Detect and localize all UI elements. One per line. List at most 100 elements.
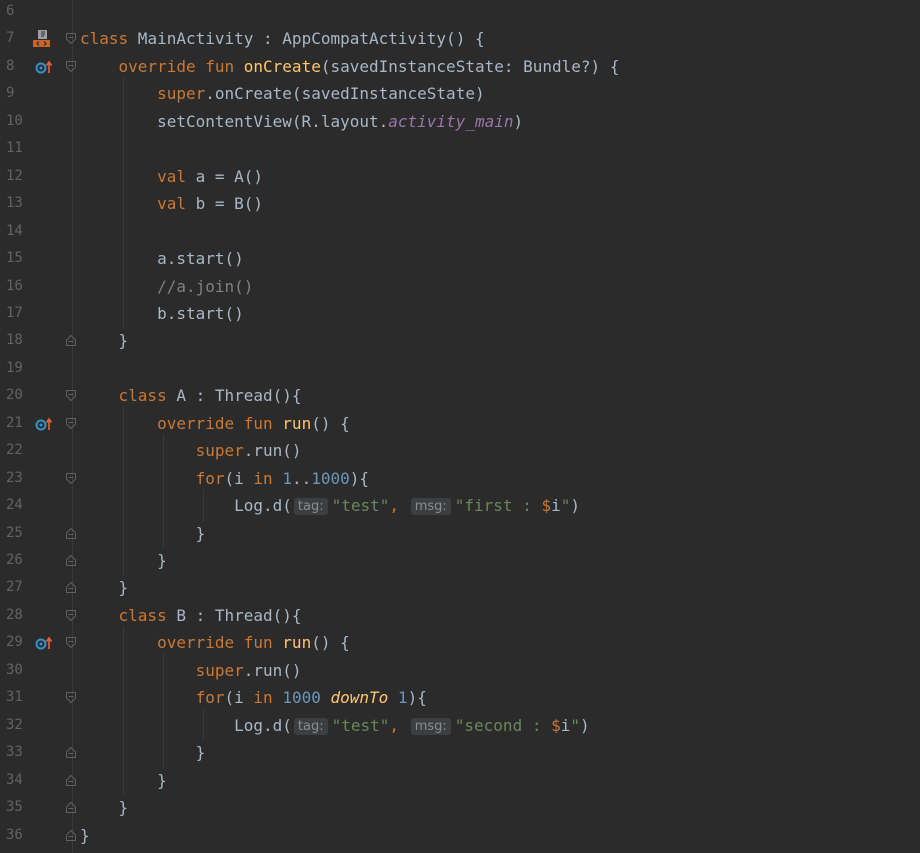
code-line[interactable]: 9 super.onCreate(savedInstanceState) [0,80,920,107]
code-text[interactable]: } [80,798,129,817]
fold-open-icon[interactable] [65,609,77,622]
code-text[interactable]: for(i in 1000 downTo 1){ [80,688,427,707]
code-text[interactable]: } [80,743,206,762]
fold-open-icon[interactable] [65,691,77,704]
code-text[interactable]: class B : Thread(){ [80,606,302,625]
code-line[interactable]: 35 } [0,794,920,821]
line-number[interactable]: 20 [6,387,23,404]
code-text[interactable]: val b = B() [80,194,263,213]
fold-open-icon[interactable] [65,472,77,485]
line-number[interactable]: 27 [6,579,23,596]
line-number[interactable]: 11 [6,140,23,157]
code-text[interactable]: class MainActivity : AppCompatActivity()… [80,29,485,48]
code-text[interactable]: val a = A() [80,167,263,186]
code-line[interactable]: 27 } [0,574,920,601]
line-number[interactable]: 21 [6,415,23,432]
code-line[interactable]: 11 [0,135,920,162]
code-line[interactable]: 7 class MainActivity : AppCompatActivity(… [0,25,920,52]
fold-close-icon[interactable] [65,527,77,540]
code-text[interactable]: } [80,551,167,570]
line-number[interactable]: 14 [6,223,23,240]
line-number[interactable]: 23 [6,470,23,487]
line-number[interactable]: 26 [6,552,23,569]
code-text[interactable]: super.onCreate(savedInstanceState) [80,84,485,103]
code-line[interactable]: 14 [0,218,920,245]
line-number[interactable]: 31 [6,689,23,706]
code-text[interactable]: } [80,826,90,845]
code-text[interactable]: for(i in 1..1000){ [80,469,369,488]
code-text[interactable]: class A : Thread(){ [80,386,302,405]
line-number[interactable]: 19 [6,360,23,377]
code-text[interactable]: } [80,331,129,350]
code-line[interactable]: 33 } [0,739,920,766]
code-line[interactable]: 34 } [0,767,920,794]
code-line[interactable]: 13 val b = B() [0,190,920,217]
line-number[interactable]: 18 [6,332,23,349]
code-text[interactable]: override fun run() { [80,414,350,433]
code-line[interactable]: 20 class A : Thread(){ [0,382,920,409]
code-line[interactable]: 6 [0,0,920,25]
code-text[interactable]: } [80,578,129,597]
override-icon[interactable] [35,417,53,431]
code-text[interactable]: super.run() [80,661,302,680]
line-number[interactable]: 29 [6,634,23,651]
line-number[interactable]: 8 [6,58,14,75]
line-number[interactable]: 28 [6,607,23,624]
line-number[interactable]: 9 [6,85,14,102]
code-line[interactable]: 24 Log.d(tag: "test", msg: "first : $i") [0,492,920,519]
code-text[interactable]: setContentView(R.layout.activity_main) [80,112,523,131]
line-number[interactable]: 7 [6,30,14,47]
code-line[interactable]: 23 for(i in 1..1000){ [0,465,920,492]
line-number[interactable]: 12 [6,168,23,185]
line-number[interactable]: 32 [6,717,23,734]
fold-close-icon[interactable] [65,334,77,347]
code-line[interactable]: 16 //a.join() [0,273,920,300]
code-line[interactable]: 18 } [0,327,920,354]
fold-open-icon[interactable] [65,417,77,430]
code-text[interactable]: override fun onCreate(savedInstanceState… [80,57,620,76]
code-line[interactable]: 32 Log.d(tag: "test", msg: "second : $i") [0,712,920,739]
code-line[interactable]: 28 class B : Thread(){ [0,602,920,629]
code-line[interactable]: 8 override fun onCreate(savedInstanceSta… [0,53,920,80]
code-line[interactable]: 12 val a = A() [0,163,920,190]
code-line[interactable]: 26 } [0,547,920,574]
fold-open-icon[interactable] [65,60,77,73]
code-line[interactable]: 36} [0,822,920,849]
code-line[interactable]: 10 setContentView(R.layout.activity_main… [0,108,920,135]
line-number[interactable]: 6 [6,3,14,20]
code-editor[interactable]: 6 7 class MainActivity : AppCompatActivity… [0,0,920,853]
code-line[interactable]: 19 [0,355,920,382]
code-line[interactable]: 25 } [0,520,920,547]
line-number[interactable]: 22 [6,442,23,459]
code-text[interactable]: //a.join() [80,277,253,296]
line-number[interactable]: 35 [6,799,23,816]
code-line[interactable]: 31 for(i in 1000 downTo 1){ [0,684,920,711]
line-number[interactable]: 25 [6,525,23,542]
line-number[interactable]: 15 [6,250,23,267]
line-number[interactable]: 30 [6,662,23,679]
code-line[interactable]: 29 override fun run() { [0,629,920,656]
override-icon[interactable] [35,636,53,650]
line-number[interactable]: 24 [6,497,23,514]
line-number[interactable]: 17 [6,305,23,322]
code-text[interactable]: } [80,524,206,543]
code-text[interactable]: super.run() [80,441,302,460]
line-number[interactable]: 36 [6,827,23,844]
line-number[interactable]: 33 [6,744,23,761]
line-number[interactable]: 13 [6,195,23,212]
fold-close-icon[interactable] [65,581,77,594]
code-text[interactable]: override fun run() { [80,633,350,652]
code-text[interactable]: Log.d(tag: "test", msg: "first : $i") [80,496,580,516]
fold-close-icon[interactable] [65,801,77,814]
fold-open-icon[interactable] [65,32,77,45]
code-line[interactable]: 15 a.start() [0,245,920,272]
fold-close-icon[interactable] [65,554,77,567]
code-text[interactable]: b.start() [80,304,244,323]
code-line[interactable]: 30 super.run() [0,657,920,684]
class-marker-icon[interactable] [32,29,52,49]
code-line[interactable]: 22 super.run() [0,437,920,464]
code-text[interactable]: } [80,771,167,790]
code-line[interactable]: 21 override fun run() { [0,410,920,437]
fold-close-icon[interactable] [65,829,77,842]
line-number[interactable]: 16 [6,278,23,295]
